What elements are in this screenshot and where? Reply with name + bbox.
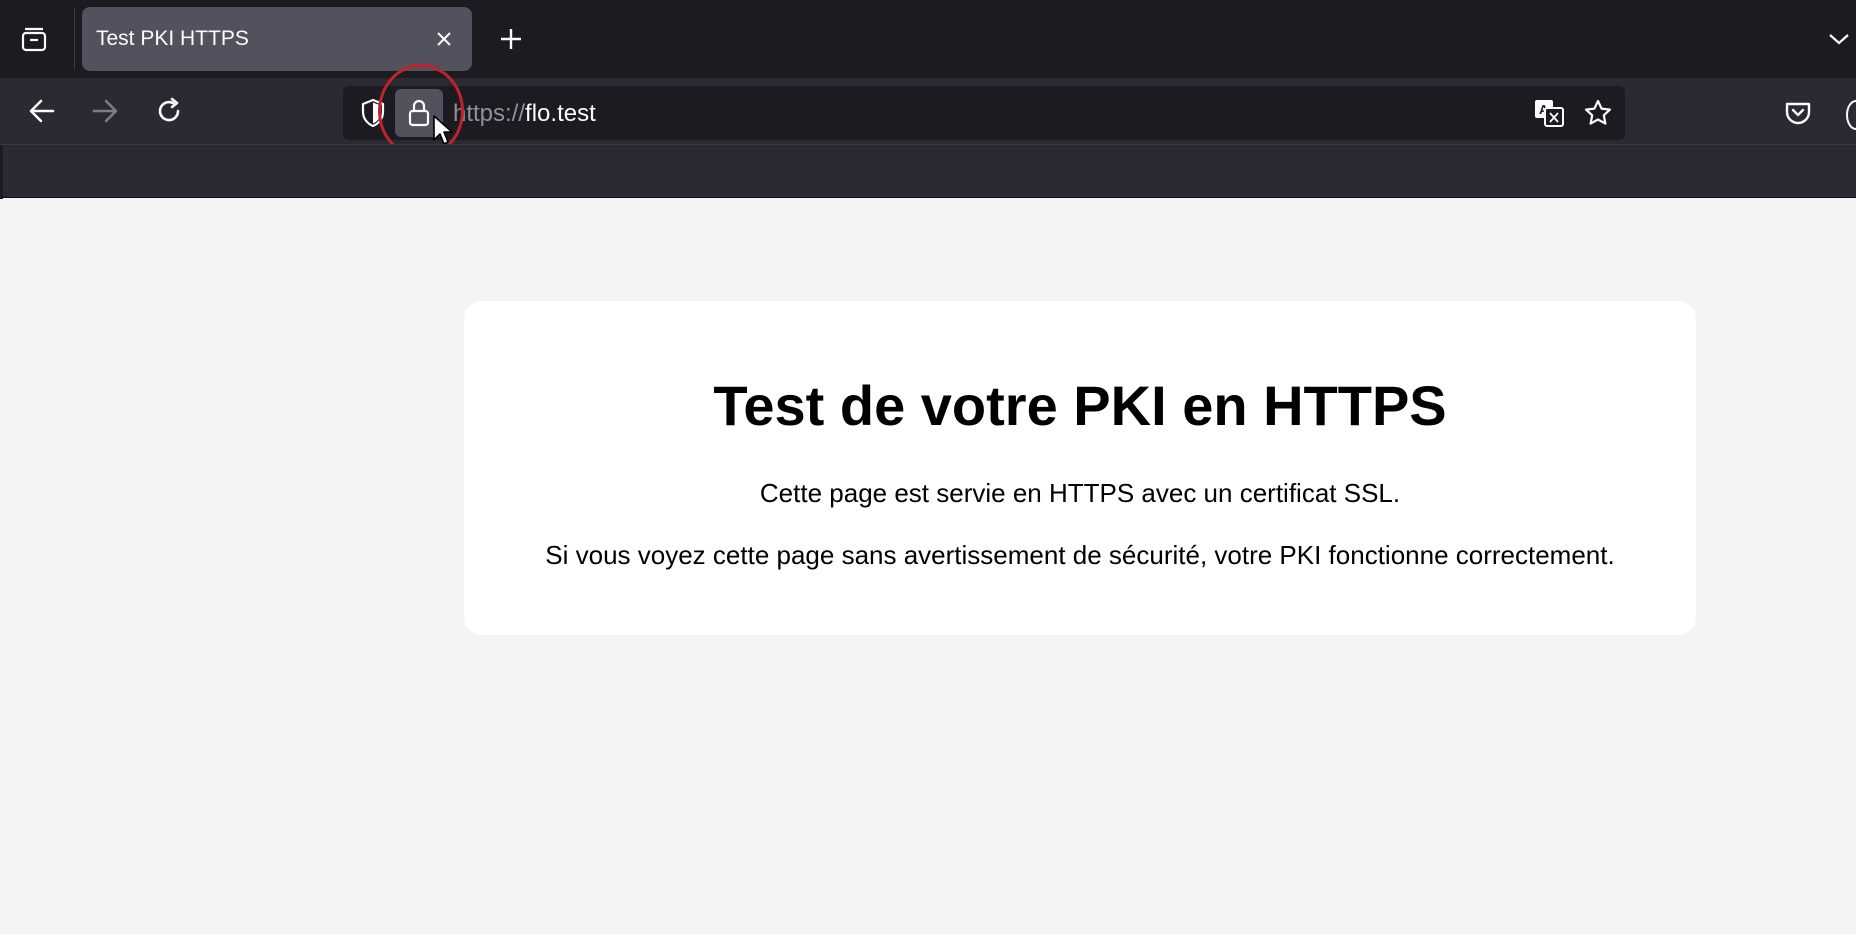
back-arrow-icon[interactable] [19,88,65,134]
translate-icon[interactable]: A [1525,89,1573,137]
url-host: flo.test [525,100,596,127]
firefox-view-icon[interactable] [8,18,60,62]
chevron-down-icon[interactable] [1822,20,1856,58]
star-icon[interactable] [1574,89,1622,137]
forward-arrow-icon[interactable] [82,88,128,134]
tab-title: Test PKI HTTPS [96,27,249,50]
url-scheme: https:// [453,100,526,127]
pocket-icon[interactable] [1775,90,1821,136]
page-heading: Test de votre PKI en HTTPS [713,374,1447,437]
url-text[interactable]: https://flo.test [453,100,596,128]
close-icon[interactable] [430,25,458,53]
content-card: Test de votre PKI en HTTPS Cette page es… [464,301,1696,635]
bookmarks-toolbar [0,144,1856,199]
page-paragraph-https: Cette page est servie en HTTPS avec un c… [759,478,1401,508]
page-paragraph-pki: Si vous voyez cette page sans avertissem… [545,540,1615,570]
tab-active[interactable]: Test PKI HTTPS [82,7,472,71]
plus-icon[interactable] [490,18,532,60]
reload-icon[interactable] [146,88,192,134]
tab-separator [74,8,75,70]
shield-icon[interactable] [349,89,397,137]
lock-icon[interactable] [395,89,443,137]
tab-strip: Test PKI HTTPS [0,0,1856,78]
url-bar[interactable]: https://flo.test A [343,86,1625,140]
